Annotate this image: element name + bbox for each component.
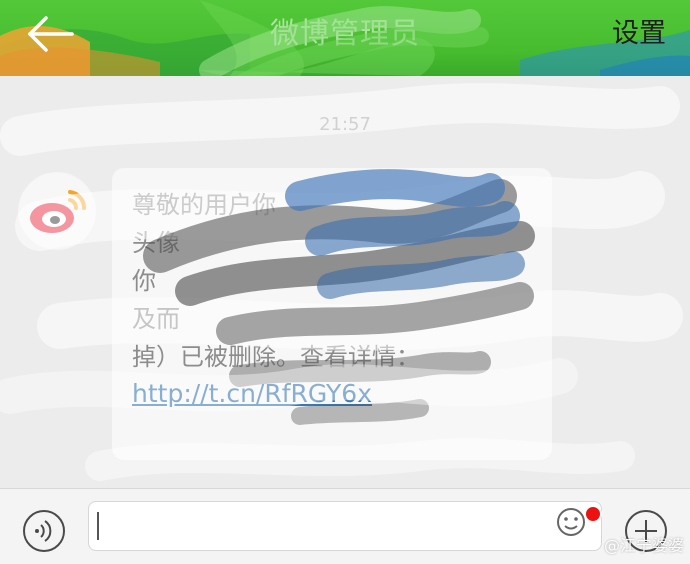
message-line-6: 掉）已被删除。查看详情：: [132, 343, 420, 371]
message-line-2: 头像: [132, 229, 180, 257]
voice-button[interactable]: [22, 509, 66, 553]
voice-icon: [23, 510, 65, 552]
message-timestamp: 21:57: [319, 114, 371, 135]
message-link[interactable]: http://t.cn/RfRGY6x: [132, 376, 532, 412]
header-bar: 微博管理员 设置: [0, 0, 690, 76]
page-title: 微博管理员: [269, 16, 420, 50]
text-caret: [97, 512, 99, 540]
message-bubble[interactable]: 尊敬的用户你 头像 你 及而 掉）已被删除。查看详情： http://t.cn/…: [112, 168, 552, 460]
weibo-logo-icon: [19, 173, 95, 249]
emoji-button[interactable]: [556, 507, 586, 537]
watermark: @江宁婆婆: [603, 536, 684, 555]
message-line-3: 你: [132, 267, 156, 295]
notification-dot: [584, 505, 602, 523]
app-window: 微博管理员 设置 21:57 尊敬的用户你 头像 你 及而 掉）已被删除。查看详…: [0, 0, 690, 564]
message-line-5: 及而: [132, 305, 180, 333]
settings-button[interactable]: 设置: [612, 14, 666, 54]
input-bar: @江宁婆婆: [0, 488, 690, 564]
message-input[interactable]: [88, 501, 602, 551]
emoji-icon: [557, 508, 585, 536]
sender-avatar[interactable]: [18, 172, 96, 250]
chat-area[interactable]: 21:57 尊敬的用户你 头像 你 及而 掉）已被删除。查看详情： http:/…: [0, 76, 690, 488]
message-line-1: 尊敬的用户你: [132, 191, 276, 219]
